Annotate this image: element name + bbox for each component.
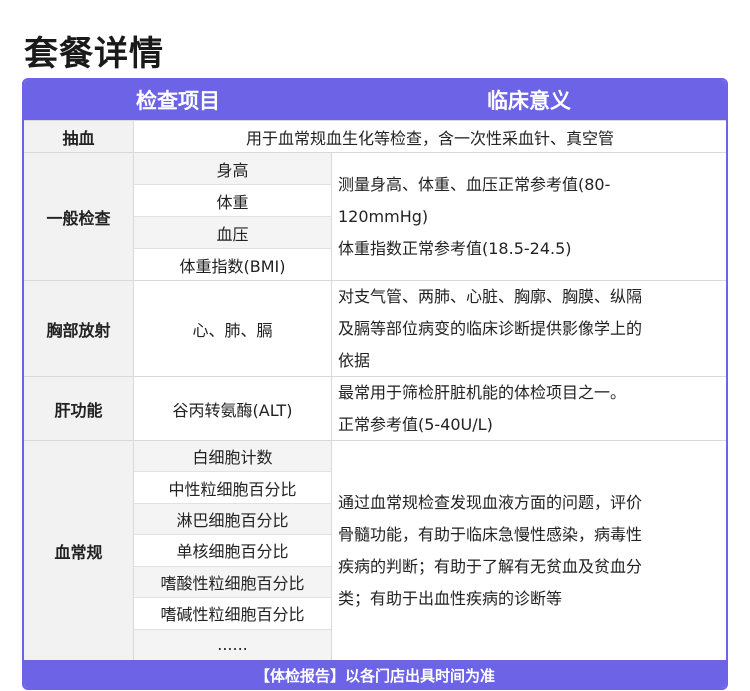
row-name-general-exam: 一般检查 bbox=[24, 152, 134, 280]
list-item: 身高 bbox=[134, 153, 331, 185]
row-detail-blood-draw: 用于血常规血生化等检查，含一次性采血针、真空管 bbox=[134, 120, 726, 152]
meaning-line: 测量身高、体重、血压正常参考值(80- bbox=[338, 174, 611, 194]
meaning-line: 120mmHg) bbox=[338, 206, 429, 226]
meaning-line: 体重指数正常参考值(18.5-24.5) bbox=[338, 238, 572, 258]
page-title: 套餐详情 bbox=[24, 34, 164, 74]
row-name-blood-routine: 血常规 bbox=[24, 440, 134, 660]
list-item: 血压 bbox=[134, 217, 331, 249]
list-item: ...... bbox=[134, 629, 331, 660]
general-exam-items: 身高 体重 血压 体重指数(BMI) bbox=[134, 152, 332, 280]
meaning-line: 骨髓功能，有助于临床急慢性感染，病毒性 bbox=[338, 524, 643, 544]
chest-xray-item: 心、肺、膈 bbox=[134, 280, 332, 376]
meaning-line: 类；有助于出血性疾病的诊断等 bbox=[338, 588, 563, 608]
chest-xray-meaning: 对支气管、两肺、心脏、胸廓、胸膜、纵隔 及膈等部位病变的临床诊断提供影像学上的 … bbox=[332, 280, 726, 376]
meaning-line: 疾病的判断；有助于了解有无贫血及贫血分 bbox=[338, 556, 643, 576]
meaning-line: 正常参考值(5-40U/L) bbox=[338, 414, 493, 434]
blood-routine-meaning: 通过血常规检查发现血液方面的问题，评价 骨髓功能，有助于临床急慢性感染，病毒性 … bbox=[332, 440, 726, 660]
meaning-line: 及膈等部位病变的临床诊断提供影像学上的 bbox=[338, 318, 643, 338]
meaning-line: 通过血常规检查发现血液方面的问题，评价 bbox=[338, 492, 643, 512]
meaning-line: 最常用于筛检肝脏机能的体检项目之一。 bbox=[338, 382, 627, 402]
list-item: 体重 bbox=[134, 185, 331, 217]
list-item: 白细胞计数 bbox=[134, 441, 331, 473]
blood-routine-items: 白细胞计数 中性粒细胞百分比 淋巴细胞百分比 单核细胞百分比 嗜酸性粒细胞百分比… bbox=[134, 440, 332, 660]
list-item: 中性粒细胞百分比 bbox=[134, 472, 331, 504]
list-item: 体重指数(BMI) bbox=[179, 256, 286, 276]
package-details-table: 检查项目 临床意义 抽血 用于血常规血生化等检查，含一次性采血针、真空管 一般检… bbox=[22, 78, 728, 690]
row-name-liver-function: 肝功能 bbox=[24, 376, 134, 440]
list-item: 嗜酸性粒细胞百分比 bbox=[134, 566, 331, 599]
report-footer-note: 【体检报告】以各门店出具时间为准 bbox=[24, 660, 726, 688]
row-name-chest-xray: 胸部放射 bbox=[24, 280, 134, 376]
meaning-line: 依据 bbox=[338, 350, 371, 370]
general-exam-meaning: 测量身高、体重、血压正常参考值(80- 120mmHg) 体重指数正常参考值(1… bbox=[332, 152, 726, 280]
liver-function-item: 谷丙转氨酶(ALT) bbox=[134, 376, 332, 440]
header-check-item: 检查项目 bbox=[24, 80, 332, 120]
list-item: 单核细胞百分比 bbox=[134, 535, 331, 567]
header-clinical-meaning: 临床意义 bbox=[332, 80, 726, 120]
meaning-line: 对支气管、两肺、心脏、胸廓、胸膜、纵隔 bbox=[338, 286, 643, 306]
row-name-blood-draw: 抽血 bbox=[24, 120, 134, 152]
list-item: 淋巴细胞百分比 bbox=[134, 503, 331, 536]
list-item: 嗜碱性粒细胞百分比 bbox=[134, 598, 331, 630]
liver-function-meaning: 最常用于筛检肝脏机能的体检项目之一。 正常参考值(5-40U/L) bbox=[332, 376, 726, 440]
